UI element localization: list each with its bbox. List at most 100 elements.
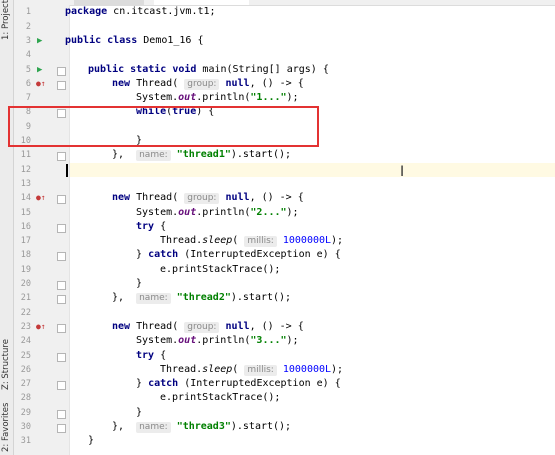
code-line: 20 }	[0, 277, 555, 291]
run-arrow-icon[interactable]: ▶	[37, 63, 42, 77]
line-number: 2	[25, 21, 31, 32]
fold-marker-icon[interactable]	[57, 195, 66, 205]
code-line: 1 package cn.itcast.jvm.t1;	[0, 5, 555, 19]
line-number: 12	[20, 164, 31, 175]
code-text[interactable]: } catch (InterruptedException e) {	[136, 377, 341, 391]
param-hint: name:	[136, 422, 171, 433]
code-text[interactable]: new Thread( group: null, () -> {	[112, 191, 304, 205]
code-text[interactable]: Thread.sleep( millis: 1000000L);	[160, 234, 343, 248]
code-text[interactable]: }, name: "thread2").start();	[112, 291, 291, 305]
param-hint: millis:	[244, 364, 277, 376]
code-text[interactable]: new Thread( group: null, () -> {	[112, 77, 304, 91]
code-line: 19 e.printStackTrace();	[0, 263, 555, 277]
fold-marker-icon[interactable]	[57, 80, 66, 90]
code-line: 31 }	[0, 434, 555, 448]
code-text[interactable]: new Thread( group: null, () -> {	[112, 320, 304, 334]
code-text[interactable]: e.printStackTrace();	[160, 263, 280, 277]
text-caret	[66, 163, 68, 177]
line-number: 22	[20, 307, 31, 318]
line-number: 26	[20, 364, 31, 375]
code-text[interactable]: try {	[136, 349, 166, 363]
code-line: 21 }, name: "thread2").start();	[0, 291, 555, 305]
override-icon[interactable]: ●↑	[36, 77, 46, 91]
override-icon[interactable]: ●↑	[36, 320, 46, 334]
override-icon[interactable]: ●↑	[36, 191, 46, 205]
code-text[interactable]: }, name: "thread3").start();	[112, 420, 291, 434]
param-hint: group:	[184, 321, 220, 333]
code-line: 5 ▶ public static void main(String[] arg…	[0, 63, 555, 77]
line-number: 21	[20, 293, 31, 304]
line-number: 11	[20, 150, 31, 161]
line-number: 16	[20, 221, 31, 232]
code-line-current: 12	[0, 163, 555, 177]
fold-marker-icon[interactable]	[57, 66, 66, 76]
code-line: 26 Thread.sleep( millis: 1000000L);	[0, 363, 555, 377]
code-line: 23 ●↑ new Thread( group: null, () -> {	[0, 320, 555, 334]
fold-marker-icon[interactable]	[57, 409, 66, 419]
code-text[interactable]: try {	[136, 220, 166, 234]
code-line: 24 System.out.println("3...");	[0, 334, 555, 348]
code-line: 18 } catch (InterruptedException e) {	[0, 248, 555, 262]
code-text[interactable]: }	[136, 406, 142, 420]
param-hint: group:	[184, 193, 220, 205]
code-text[interactable]: System.out.println("2...");	[136, 206, 299, 220]
code-text[interactable]: }	[88, 434, 94, 448]
code-text[interactable]: Thread.sleep( millis: 1000000L);	[160, 363, 343, 377]
fold-marker-icon[interactable]	[57, 323, 66, 333]
code-text[interactable]: e.printStackTrace();	[160, 391, 280, 405]
code-text[interactable]: System.out.println("1...");	[136, 91, 299, 105]
code-line: 4	[0, 48, 555, 62]
line-number: 28	[20, 393, 31, 404]
code-text[interactable]: public static void main(String[] args) {	[88, 63, 329, 77]
code-line: 28 e.printStackTrace();	[0, 391, 555, 405]
code-line: 16 try {	[0, 220, 555, 234]
fold-marker-icon[interactable]	[57, 381, 66, 391]
run-arrow-icon[interactable]: ▶	[37, 34, 42, 48]
line-number: 30	[20, 422, 31, 432]
line-number: 14	[20, 193, 31, 204]
line-number: 24	[20, 336, 31, 347]
code-line: 15 System.out.println("2...");	[0, 206, 555, 220]
fold-marker-icon[interactable]	[57, 424, 66, 433]
code-line: 2	[0, 20, 555, 34]
param-hint: millis:	[244, 236, 277, 248]
code-text[interactable]: package cn.itcast.jvm.t1;	[65, 5, 216, 19]
code-text[interactable]: }	[136, 277, 142, 291]
code-line: 11 }, name: "thread1").start();	[0, 148, 555, 162]
param-hint: name:	[136, 150, 171, 162]
code-line: 30 }, name: "thread3").start();	[0, 420, 555, 434]
line-number: 29	[20, 407, 31, 418]
line-number: 20	[20, 279, 31, 289]
line-number: 31	[20, 436, 31, 447]
code-line: 29 }	[0, 406, 555, 420]
line-number: 25	[20, 350, 31, 361]
code-text[interactable]: }, name: "thread1").start();	[112, 148, 291, 162]
code-text[interactable]: System.out.println("3...");	[136, 334, 299, 348]
line-number: 1	[25, 7, 31, 18]
code-line: 3 ▶ public class Demo1_16 {	[0, 34, 555, 48]
fold-marker-icon[interactable]	[57, 223, 66, 233]
fold-marker-icon[interactable]	[57, 252, 66, 262]
code-line: 14 ●↑ new Thread( group: null, () -> {	[0, 191, 555, 205]
param-hint: name:	[136, 293, 171, 305]
line-number: 19	[20, 264, 31, 275]
fold-marker-icon[interactable]	[57, 295, 66, 305]
code-line: 25 try {	[0, 349, 555, 363]
line-number: 13	[20, 178, 31, 189]
code-text[interactable]: public class Demo1_16 {	[65, 34, 204, 48]
line-number: 7	[25, 93, 31, 104]
line-number: 3	[25, 35, 31, 46]
line-number: 17	[20, 236, 31, 247]
line-number: 4	[25, 50, 31, 61]
text-cursor-icon: I	[400, 164, 405, 180]
code-lines: 1 package cn.itcast.jvm.t1; 2 3 ▶ public…	[0, 0, 555, 455]
code-text[interactable]: } catch (InterruptedException e) {	[136, 248, 341, 262]
line-number: 5	[25, 64, 31, 75]
fold-marker-icon[interactable]	[57, 152, 66, 162]
line-number: 27	[20, 379, 31, 390]
fold-marker-icon[interactable]	[57, 281, 66, 290]
line-number: 15	[20, 207, 31, 218]
line-number: 23	[20, 321, 31, 332]
line-number: 6	[25, 78, 31, 89]
fold-marker-icon[interactable]	[57, 352, 66, 362]
